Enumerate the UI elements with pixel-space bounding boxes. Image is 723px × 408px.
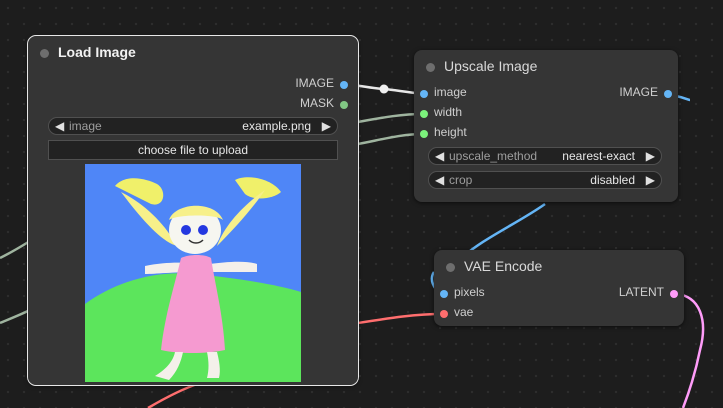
wire-left-2 — [0, 308, 31, 325]
image-select-label: image — [69, 119, 102, 133]
output-mask[interactable]: MASK — [300, 96, 348, 116]
upscale-output-port[interactable] — [664, 90, 672, 98]
output-mask-label: MASK — [299, 96, 334, 110]
upscale-method-label: upscale_method — [449, 149, 538, 163]
upload-button[interactable]: choose file to upload — [48, 140, 338, 160]
wire-vae — [357, 312, 443, 325]
input-width-label: width — [434, 105, 463, 119]
crop-select[interactable]: ◀ crop disabled ▶ — [428, 171, 662, 189]
crop-value: disabled — [590, 173, 635, 187]
input-image-port[interactable] — [420, 90, 428, 98]
output-image-port[interactable] — [340, 81, 348, 89]
upscale-output-label: IMAGE — [619, 85, 658, 99]
image-next-arrow[interactable]: ▶ — [322, 119, 331, 133]
upscale-header[interactable]: Upscale Image — [414, 50, 678, 80]
upscale-method-next-arrow[interactable]: ▶ — [646, 149, 655, 163]
vae-encode-header[interactable]: VAE Encode — [434, 250, 684, 280]
load-image-node[interactable]: Load Image IMAGE MASK ◀ image example.pn… — [27, 35, 359, 386]
node-status-dot[interactable] — [40, 49, 49, 58]
crop-prev-arrow[interactable]: ◀ — [435, 173, 444, 187]
input-height-label: height — [434, 125, 467, 139]
upscale-title: Upscale Image — [444, 58, 538, 74]
image-prev-arrow[interactable]: ◀ — [55, 119, 64, 133]
wire-midpoint-handle — [379, 84, 389, 94]
vae-encode-node[interactable]: VAE Encode pixels LATENT vae — [434, 250, 684, 326]
upscale-method-select[interactable]: ◀ upscale_method nearest-exact ▶ — [428, 147, 662, 165]
output-image[interactable]: IMAGE — [619, 85, 672, 105]
load-image-title: Load Image — [58, 44, 136, 60]
node-status-dot[interactable] — [426, 63, 435, 72]
input-pixels[interactable]: pixels — [440, 285, 485, 305]
vae-encode-title: VAE Encode — [464, 258, 543, 274]
crop-label: crop — [449, 173, 473, 187]
output-image[interactable]: IMAGE — [295, 76, 348, 96]
input-image[interactable]: image — [420, 85, 467, 105]
output-latent[interactable]: LATENT — [619, 285, 678, 305]
input-vae[interactable]: vae — [440, 305, 473, 325]
input-width[interactable]: width — [420, 105, 462, 125]
upscale-image-node[interactable]: Upscale Image image IMAGE width height ◀… — [414, 50, 678, 202]
output-image-label: IMAGE — [295, 76, 334, 90]
input-height[interactable]: height — [420, 125, 467, 145]
crop-next-arrow[interactable]: ▶ — [646, 173, 655, 187]
output-mask-port[interactable] — [340, 101, 348, 109]
input-vae-label: vae — [454, 305, 474, 319]
input-width-port[interactable] — [420, 110, 428, 118]
input-image-label: image — [434, 85, 467, 99]
load-image-header[interactable]: Load Image — [28, 36, 358, 66]
upscale-method-prev-arrow[interactable]: ◀ — [435, 149, 444, 163]
input-pixels-port[interactable] — [440, 290, 448, 298]
output-latent-port[interactable] — [670, 290, 678, 298]
wire-upscale-out — [675, 94, 691, 102]
input-vae-port[interactable] — [440, 310, 448, 318]
upscale-method-value: nearest-exact — [562, 149, 635, 163]
input-pixels-label: pixels — [454, 285, 485, 299]
output-latent-label: LATENT — [618, 285, 664, 299]
node-status-dot[interactable] — [446, 263, 455, 272]
wire-left-1 — [0, 239, 31, 260]
wire-vae-lower — [147, 381, 201, 408]
image-preview — [85, 164, 301, 382]
input-height-port[interactable] — [420, 130, 428, 138]
image-select-value: example.png — [242, 119, 311, 133]
image-select[interactable]: ◀ image example.png ▶ — [48, 117, 338, 135]
